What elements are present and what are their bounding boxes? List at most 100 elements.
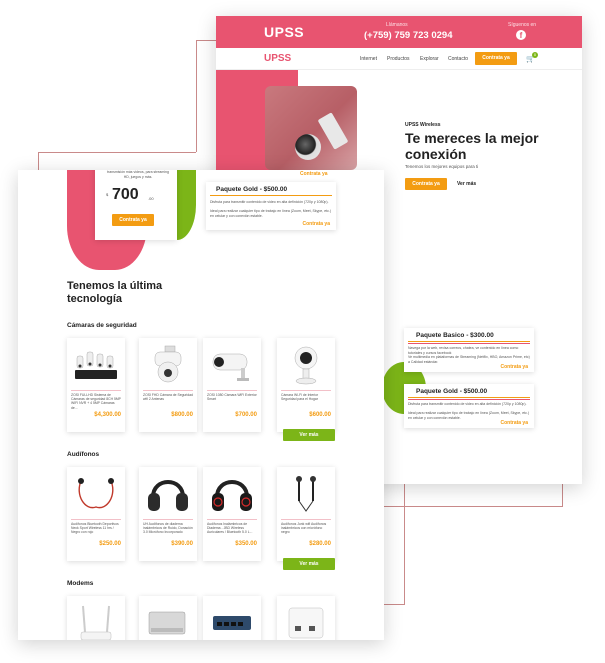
card-divider (281, 519, 331, 520)
neckband-earphones-icon (78, 478, 114, 509)
connector-line (384, 506, 563, 507)
nav-item-productos[interactable]: Productos (387, 56, 410, 62)
facebook-icon[interactable]: f (516, 30, 526, 40)
camera-dome-shape (295, 134, 321, 160)
see-more-headphones-button[interactable]: Ver más (283, 558, 335, 570)
connector-line (196, 40, 197, 152)
price-description: transmisión más videos, para streaming H… (107, 170, 169, 179)
access-point-icon (288, 607, 324, 639)
nav-item-internet[interactable]: Internet (360, 56, 377, 62)
camera-mount-shape (317, 112, 349, 150)
hero-kicker: UPSS Wireless (405, 122, 441, 128)
product-price: $4,300.00 (94, 412, 121, 418)
bullet-camera-icon (212, 353, 249, 381)
category-title-cameras: Cámaras de seguridad (67, 322, 137, 329)
plan-text: Navega por la web, revisa correos, chate… (408, 346, 519, 355)
product-card[interactable] (277, 596, 335, 640)
price-amount: 700 (112, 186, 139, 203)
plan-text: Ve multimedia en plataformas de Streamin… (408, 355, 530, 364)
card-divider (143, 519, 193, 520)
section-title: Tenemos la última tecnología (67, 280, 163, 305)
products-screenshot: transmisión más videos, para streaming H… (18, 170, 384, 640)
product-card[interactable] (203, 596, 261, 640)
product-price: $250.00 (99, 541, 121, 547)
connector-line (562, 484, 563, 506)
nav-item-explorar[interactable]: Explorar (420, 56, 439, 62)
product-card[interactable]: ZOSI FHD Cámara de Seguridad wifi 2 Ante… (139, 338, 197, 432)
price-currency: $ (106, 192, 109, 197)
card-divider (207, 519, 257, 520)
plan-card-basic: Paquete Basico - $300.00 Navega por la w… (404, 328, 534, 372)
product-name: UH Audífonos de diadema inalámbricos de … (143, 522, 193, 535)
plan-title: Paquete Basico - $300.00 (416, 332, 494, 339)
hero-title: Te mereces la mejor conexión (405, 130, 539, 162)
card-divider (281, 390, 331, 391)
product-card[interactable]: Cámara Wi-Fi de Interior Seguridad para … (277, 338, 335, 432)
hero-subtitle: Tenemos los mejores equipos para ti (405, 164, 479, 169)
plan-text: Disfruta para transmitir contenido de vi… (408, 402, 527, 406)
plan-text: Ideal para realizar cualquier tipo de tr… (408, 411, 530, 420)
headphones-red-icon (212, 480, 252, 511)
product-price: $700.00 (235, 412, 257, 418)
product-card[interactable]: Audífonos Inalámbricos de Diadema - JBD … (203, 467, 261, 561)
plan-contract-link[interactable]: Contrata ya (500, 420, 528, 426)
product-name: Audífonos Junk wifi Audífonos inalámbric… (281, 522, 327, 535)
product-price: $280.00 (309, 541, 331, 547)
plan-title: Paquete Gold - $500.00 (416, 388, 488, 395)
category-title-headphones: Audífonos (67, 451, 100, 458)
plan-contract-link[interactable]: Contrata ya (302, 221, 330, 227)
product-card[interactable]: Audífonos Bluetooth Deportivos Neck Spor… (67, 467, 125, 561)
switch-blue-icon (213, 616, 251, 630)
product-card[interactable]: UH Audífonos de diadema inalámbricos de … (139, 467, 197, 561)
cart-count-badge: 0 (532, 52, 538, 58)
switch-silver-icon (148, 611, 186, 635)
product-price: $600.00 (309, 412, 331, 418)
hero-contract-button[interactable]: Contrata ya (405, 178, 447, 190)
sport-earphones-icon (296, 476, 316, 512)
category-title-modems: Modems (67, 580, 94, 587)
product-card[interactable] (67, 596, 125, 640)
phone-number[interactable]: (+759) 759 723 0294 (364, 30, 452, 41)
product-card[interactable]: ZOSI FULLHD Sistema de Cámaras de seguri… (67, 338, 125, 432)
plan-divider (408, 399, 530, 400)
connector-line (38, 152, 39, 172)
see-more-cameras-button[interactable]: Ver más (283, 429, 335, 441)
router-icon (80, 605, 112, 640)
follow-label: Síguenos en (508, 22, 537, 28)
plan-text: Ideal para realizar cualquier tipo de tr… (210, 209, 332, 218)
product-name: Audífonos Inalámbricos de Diadema - JBD … (207, 522, 253, 535)
product-card[interactable]: Audífonos Junk wifi Audífonos inalámbric… (277, 467, 335, 561)
connector-line (196, 40, 218, 41)
top-contact-bar: UPSS Llámanos (+759) 759 723 0294 Síguen… (216, 16, 582, 48)
card-divider (71, 390, 121, 391)
product-price: $350.00 (235, 541, 257, 547)
connector-line (404, 484, 405, 604)
nav-contract-button[interactable]: Contrata ya (475, 52, 517, 65)
product-card[interactable]: ZOSI 1080 Cámara WiFi Exterior Smart $70… (203, 338, 261, 432)
card-divider (143, 390, 193, 391)
hero-camera-image (265, 86, 357, 170)
product-name: ZOSI FULLHD Sistema de Cámaras de seguri… (71, 393, 121, 410)
brand-logo[interactable]: UPSS (264, 24, 304, 40)
price-card (95, 170, 177, 240)
call-label: Llámanos (386, 22, 408, 28)
plan-card-gold: Paquete Gold - $500.00 Disfruta para tra… (206, 182, 336, 230)
plan-contract-link[interactable]: Contrata ya (300, 171, 328, 177)
nav-item-contacto[interactable]: Contacto (448, 56, 468, 62)
plan-contract-link[interactable]: Contrata ya (500, 364, 528, 370)
plan-card-gold: Paquete Gold - $500.00 Disfruta para tra… (404, 384, 534, 428)
nav-brand-logo[interactable]: UPSS (264, 53, 291, 64)
product-name: Cámara Wi-Fi de Interior Seguridad para … (281, 393, 319, 402)
price-cents: .00 (148, 196, 154, 201)
product-card[interactable] (139, 596, 197, 640)
product-name: Audífonos Bluetooth Deportivos Neck Spor… (71, 522, 119, 535)
price-contract-button[interactable]: Contrata ya (112, 214, 154, 226)
ptz-camera-icon (154, 345, 182, 383)
product-price: $800.00 (171, 412, 193, 418)
hero-more-link[interactable]: Ver más (457, 178, 476, 190)
plan-title: Paquete Gold - $500.00 (216, 186, 288, 193)
indoor-camera-icon (294, 346, 318, 385)
connector-line (38, 152, 196, 153)
plan-divider (210, 195, 332, 196)
card-divider (207, 390, 257, 391)
